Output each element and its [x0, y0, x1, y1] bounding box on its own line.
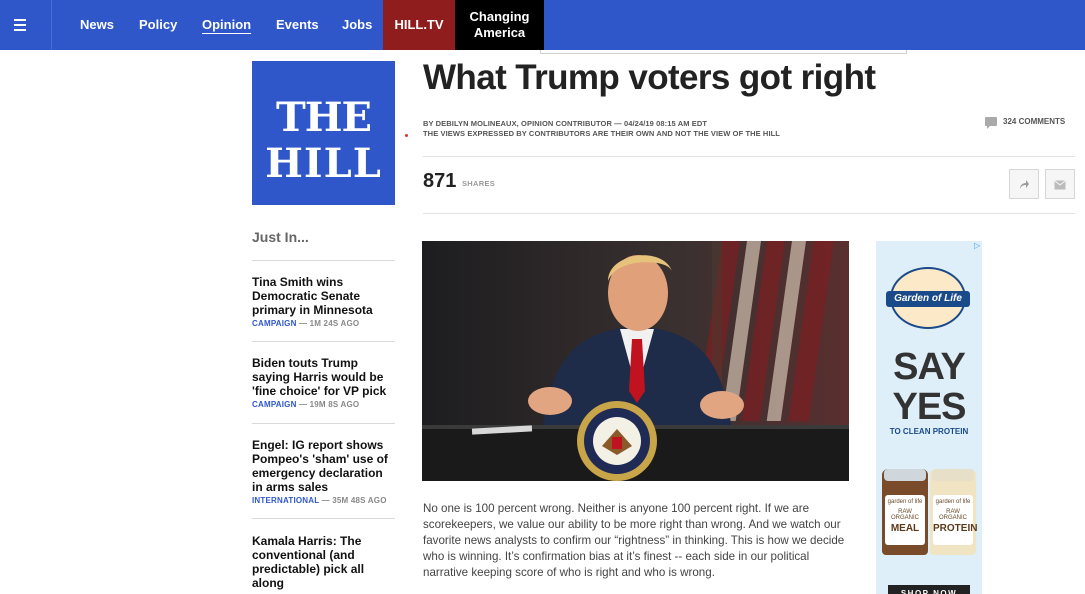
nav-link-changing-america[interactable]: Changing America — [455, 0, 544, 50]
sidebar-story-meta: CAMPAIGN — 19M 8S AGO — [252, 400, 395, 409]
shares-label: SHARES — [462, 179, 496, 188]
jar-brand: garden of life — [887, 499, 923, 505]
header-divider — [423, 156, 1075, 157]
article-byline: BY DEBILYN MOLINEAUX, OPINION CONTRIBUTO… — [423, 119, 708, 128]
sidebar-story-time: — 19M 8S AGO — [296, 400, 360, 409]
top-navigation-bar: News Policy Opinion Events Jobs HILL.TV … — [0, 0, 1085, 50]
jar-subtitle: RAW ORGANIC — [938, 509, 967, 521]
sidebar-story-title[interactable]: Tina Smith wins Democratic Senate primar… — [252, 275, 395, 317]
changing-america-line1: Changing — [469, 9, 530, 24]
nav-link-news[interactable]: News — [80, 0, 114, 50]
sidebar-story-meta: INTERNATIONAL — 35M 48S AGO — [252, 496, 395, 505]
ad-tagline: TO CLEAN PROTEIN — [889, 427, 969, 436]
sidebar-story[interactable]: Tina Smith wins Democratic Senate primar… — [252, 275, 395, 328]
sidebar-story-time: — 1M 24S AGO — [296, 319, 360, 328]
adchoices-icon[interactable]: ▷ — [974, 241, 980, 250]
ad-brand-name: Garden of Life — [886, 291, 970, 307]
nav-link-opinion[interactable]: Opinion — [202, 0, 251, 50]
ad-yes-text: YES — [892, 386, 966, 428]
nav-link-events[interactable]: Events — [276, 0, 319, 50]
article-body-paragraph: No one is 100 percent wrong. Neither is … — [423, 502, 845, 579]
share-button[interactable] — [1009, 169, 1039, 199]
sidebar-divider — [252, 341, 395, 342]
sidebar-story-time: — 35M 48S AGO — [319, 496, 387, 505]
sidebar-divider — [252, 260, 395, 261]
article-hero-image — [422, 241, 849, 481]
sidebar-divider — [252, 518, 395, 519]
ad-headline: SAY YES — [876, 347, 982, 427]
jar-product-name: PROTEIN — [933, 523, 978, 534]
sidebar-story-category[interactable]: CAMPAIGN — [252, 319, 297, 328]
hamburger-menu-icon-line — [14, 29, 26, 31]
jar-subtitle: RAW ORGANIC — [890, 509, 919, 521]
red-dot-marker — [405, 134, 408, 137]
comments-count: 324 COMMENTS — [1003, 117, 1066, 126]
article-headline: What Trump voters got right — [423, 58, 876, 97]
header-divider — [423, 213, 1075, 214]
shares-count: 871 — [423, 170, 457, 192]
jar-product-name: MEAL — [890, 523, 920, 534]
top-ad-placeholder-bar — [540, 50, 907, 54]
ad-say-text: SAY — [893, 346, 966, 388]
jar-label: garden of life RAW ORGANIC MEAL — [885, 495, 925, 545]
protein-jar-image: garden of life RAW ORGANIC PROTEIN — [930, 469, 978, 555]
sidebar-story[interactable]: Engel: IG report shows Pompeo's 'sham' u… — [252, 438, 395, 505]
jar-label: garden of life RAW ORGANIC PROTEIN — [933, 495, 978, 545]
nav-link-hilltv[interactable]: HILL.TV — [383, 0, 455, 50]
sidebar-story-title[interactable]: Engel: IG report shows Pompeo's 'sham' u… — [252, 438, 395, 494]
article-byline-block: BY DEBILYN MOLINEAUX, OPINION CONTRIBUTO… — [423, 119, 780, 139]
meal-jar-image: garden of life RAW ORGANIC MEAL — [882, 469, 928, 555]
sidebar-story-meta: CAMPAIGN — 1M 24S AGO — [252, 319, 395, 328]
comments-link[interactable]: 324 COMMENTS — [985, 117, 1066, 130]
nav-link-policy[interactable]: Policy — [139, 0, 177, 50]
logo-line-the: THE — [275, 94, 372, 141]
comment-bubble-icon — [985, 117, 997, 130]
the-hill-logo[interactable]: THE HILL — [252, 61, 395, 205]
sidebar-story[interactable]: Biden touts Trump saying Harris would be… — [252, 356, 395, 409]
article-disclaimer: THE VIEWS EXPRESSED BY CONTRIBUTORS ARE … — [423, 129, 780, 138]
sidebar-story-category[interactable]: CAMPAIGN — [252, 400, 297, 409]
jar-cap — [932, 469, 974, 481]
sidebar-divider — [252, 423, 395, 424]
nav-link-jobs[interactable]: Jobs — [342, 0, 372, 50]
just-in-heading: Just In... — [252, 229, 309, 245]
hamburger-menu-button[interactable] — [0, 0, 52, 50]
changing-america-line2: America — [473, 25, 526, 40]
sidebar-story-title[interactable]: Biden touts Trump saying Harris would be… — [252, 356, 395, 398]
share-arrow-icon — [1020, 179, 1029, 189]
jar-cap — [884, 469, 926, 481]
logo-line-hill: HILL — [265, 140, 382, 187]
sidebar-story-category[interactable]: INTERNATIONAL — [252, 496, 319, 505]
hamburger-menu-icon-line — [14, 24, 26, 26]
sidebar-story[interactable]: Kamala Harris: The conventional (and pre… — [252, 534, 395, 590]
hamburger-menu-icon — [14, 19, 26, 21]
email-share-button[interactable] — [1045, 169, 1075, 199]
garden-of-life-ad[interactable]: Garden of Life SAY YES TO CLEAN PROTEIN … — [876, 241, 982, 594]
envelope-icon — [1054, 179, 1066, 190]
garden-of-life-logo: Garden of Life — [886, 267, 970, 329]
sidebar-story-title[interactable]: Kamala Harris: The conventional (and pre… — [252, 534, 395, 590]
shop-now-button[interactable]: SHOP NOW — [888, 585, 970, 594]
jar-brand: garden of life — [935, 499, 971, 505]
trump-press-photo — [422, 241, 849, 481]
